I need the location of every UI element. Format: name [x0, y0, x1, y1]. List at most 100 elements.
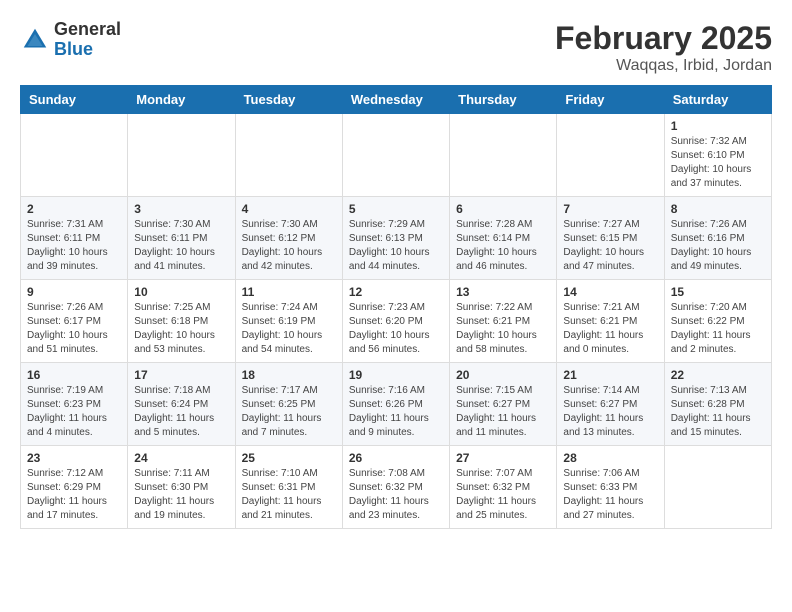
logo-text: General Blue	[54, 20, 121, 60]
day-info: Sunrise: 7:25 AM Sunset: 6:18 PM Dayligh…	[134, 301, 228, 357]
day-number: 9	[27, 285, 121, 299]
day-number: 5	[349, 202, 443, 216]
calendar-cell: 14 Sunrise: 7:21 AM Sunset: 6:21 PM Dayli…	[557, 280, 664, 363]
day-info: Sunrise: 7:31 AM Sunset: 6:11 PM Dayligh…	[27, 218, 121, 274]
calendar-cell: 18 Sunrise: 7:17 AM Sunset: 6:25 PM Dayli…	[235, 363, 342, 446]
day-info: Sunrise: 7:32 AM Sunset: 6:10 PM Dayligh…	[671, 135, 765, 191]
day-number: 27	[456, 451, 550, 465]
calendar-cell: 21 Sunrise: 7:14 AM Sunset: 6:27 PM Dayli…	[557, 363, 664, 446]
calendar-cell: 9 Sunrise: 7:26 AM Sunset: 6:17 PM Daylig…	[21, 280, 128, 363]
day-header-sunday: Sunday	[21, 86, 128, 114]
day-info: Sunrise: 7:18 AM Sunset: 6:24 PM Dayligh…	[134, 384, 228, 440]
calendar-cell: 24 Sunrise: 7:11 AM Sunset: 6:30 PM Dayli…	[128, 446, 235, 529]
day-info: Sunrise: 7:26 AM Sunset: 6:17 PM Dayligh…	[27, 301, 121, 357]
calendar-cell: 13Sunrise: 7:22 AM Sunset: 6:21 PM Dayli…	[450, 280, 557, 363]
calendar-cell: 25 Sunrise: 7:10 AM Sunset: 6:31 PM Dayli…	[235, 446, 342, 529]
day-header-monday: Monday	[128, 86, 235, 114]
day-number: 26	[349, 451, 443, 465]
logo-blue: Blue	[54, 40, 121, 60]
calendar-header-row: SundayMondayTuesdayWednesdayThursdayFrid…	[21, 86, 772, 114]
day-number: 18	[242, 368, 336, 382]
calendar-cell: 6Sunrise: 7:28 AM Sunset: 6:14 PM Daylig…	[450, 197, 557, 280]
calendar-cell	[21, 114, 128, 197]
day-number: 4	[242, 202, 336, 216]
calendar-cell: 4 Sunrise: 7:30 AM Sunset: 6:12 PM Daylig…	[235, 197, 342, 280]
day-info: Sunrise: 7:14 AM Sunset: 6:27 PM Dayligh…	[563, 384, 657, 440]
day-info: Sunrise: 7:23 AM Sunset: 6:20 PM Dayligh…	[349, 301, 443, 357]
day-header-friday: Friday	[557, 86, 664, 114]
calendar-cell: 22 Sunrise: 7:13 AM Sunset: 6:28 PM Dayli…	[664, 363, 771, 446]
logo: General Blue	[20, 20, 121, 60]
day-info: Sunrise: 7:22 AM Sunset: 6:21 PM Dayligh…	[456, 301, 550, 357]
day-info: Sunrise: 7:30 AM Sunset: 6:11 PM Dayligh…	[134, 218, 228, 274]
calendar-cell: 28 Sunrise: 7:06 AM Sunset: 6:33 PM Dayli…	[557, 446, 664, 529]
day-header-thursday: Thursday	[450, 86, 557, 114]
calendar-week-row: 16 Sunrise: 7:19 AM Sunset: 6:23 PM Dayli…	[21, 363, 772, 446]
day-number: 2	[27, 202, 121, 216]
calendar-cell: 27 Sunrise: 7:07 AM Sunset: 6:32 PM Dayli…	[450, 446, 557, 529]
day-number: 14	[563, 285, 657, 299]
day-info: Sunrise: 7:21 AM Sunset: 6:21 PM Dayligh…	[563, 301, 657, 357]
calendar-cell	[128, 114, 235, 197]
calendar-cell: 20Sunrise: 7:15 AM Sunset: 6:27 PM Dayli…	[450, 363, 557, 446]
calendar-week-row: 1 Sunrise: 7:32 AM Sunset: 6:10 PM Daylig…	[21, 114, 772, 197]
calendar-table: SundayMondayTuesdayWednesdayThursdayFrid…	[20, 85, 772, 529]
day-info: Sunrise: 7:13 AM Sunset: 6:28 PM Dayligh…	[671, 384, 765, 440]
calendar-cell: 12Sunrise: 7:23 AM Sunset: 6:20 PM Dayli…	[342, 280, 449, 363]
day-number: 10	[134, 285, 228, 299]
day-number: 15	[671, 285, 765, 299]
calendar-cell: 5Sunrise: 7:29 AM Sunset: 6:13 PM Daylig…	[342, 197, 449, 280]
calendar-cell: 15 Sunrise: 7:20 AM Sunset: 6:22 PM Dayli…	[664, 280, 771, 363]
day-number: 22	[671, 368, 765, 382]
calendar-cell: 1 Sunrise: 7:32 AM Sunset: 6:10 PM Daylig…	[664, 114, 771, 197]
day-info: Sunrise: 7:20 AM Sunset: 6:22 PM Dayligh…	[671, 301, 765, 357]
day-number: 16	[27, 368, 121, 382]
logo-general: General	[54, 20, 121, 40]
day-info: Sunrise: 7:07 AM Sunset: 6:32 PM Dayligh…	[456, 467, 550, 523]
day-number: 24	[134, 451, 228, 465]
day-number: 6	[456, 202, 550, 216]
day-header-saturday: Saturday	[664, 86, 771, 114]
day-number: 19	[349, 368, 443, 382]
calendar-cell: 8 Sunrise: 7:26 AM Sunset: 6:16 PM Daylig…	[664, 197, 771, 280]
day-info: Sunrise: 7:17 AM Sunset: 6:25 PM Dayligh…	[242, 384, 336, 440]
calendar-cell	[450, 114, 557, 197]
day-number: 21	[563, 368, 657, 382]
calendar-cell: 26 Sunrise: 7:08 AM Sunset: 6:32 PM Dayli…	[342, 446, 449, 529]
day-info: Sunrise: 7:27 AM Sunset: 6:15 PM Dayligh…	[563, 218, 657, 274]
calendar-cell: 23Sunrise: 7:12 AM Sunset: 6:29 PM Dayli…	[21, 446, 128, 529]
calendar-cell	[235, 114, 342, 197]
day-number: 28	[563, 451, 657, 465]
day-info: Sunrise: 7:26 AM Sunset: 6:16 PM Dayligh…	[671, 218, 765, 274]
calendar-cell	[557, 114, 664, 197]
calendar-cell: 3Sunrise: 7:30 AM Sunset: 6:11 PM Daylig…	[128, 197, 235, 280]
calendar-cell: 2 Sunrise: 7:31 AM Sunset: 6:11 PM Daylig…	[21, 197, 128, 280]
day-number: 25	[242, 451, 336, 465]
day-info: Sunrise: 7:19 AM Sunset: 6:23 PM Dayligh…	[27, 384, 121, 440]
calendar-cell	[342, 114, 449, 197]
day-info: Sunrise: 7:10 AM Sunset: 6:31 PM Dayligh…	[242, 467, 336, 523]
location-subtitle: Waqqas, Irbid, Jordan	[555, 57, 772, 75]
day-number: 20	[456, 368, 550, 382]
calendar-week-row: 2 Sunrise: 7:31 AM Sunset: 6:11 PM Daylig…	[21, 197, 772, 280]
day-info: Sunrise: 7:12 AM Sunset: 6:29 PM Dayligh…	[27, 467, 121, 523]
day-info: Sunrise: 7:24 AM Sunset: 6:19 PM Dayligh…	[242, 301, 336, 357]
day-number: 7	[563, 202, 657, 216]
day-number: 1	[671, 119, 765, 133]
calendar-cell: 11 Sunrise: 7:24 AM Sunset: 6:19 PM Dayli…	[235, 280, 342, 363]
day-info: Sunrise: 7:06 AM Sunset: 6:33 PM Dayligh…	[563, 467, 657, 523]
day-number: 11	[242, 285, 336, 299]
calendar-week-row: 9 Sunrise: 7:26 AM Sunset: 6:17 PM Daylig…	[21, 280, 772, 363]
calendar-week-row: 23Sunrise: 7:12 AM Sunset: 6:29 PM Dayli…	[21, 446, 772, 529]
calendar-cell: 10 Sunrise: 7:25 AM Sunset: 6:18 PM Dayli…	[128, 280, 235, 363]
day-number: 8	[671, 202, 765, 216]
day-info: Sunrise: 7:30 AM Sunset: 6:12 PM Dayligh…	[242, 218, 336, 274]
day-info: Sunrise: 7:08 AM Sunset: 6:32 PM Dayligh…	[349, 467, 443, 523]
calendar-cell: 19Sunrise: 7:16 AM Sunset: 6:26 PM Dayli…	[342, 363, 449, 446]
day-number: 17	[134, 368, 228, 382]
calendar-cell: 7 Sunrise: 7:27 AM Sunset: 6:15 PM Daylig…	[557, 197, 664, 280]
day-info: Sunrise: 7:11 AM Sunset: 6:30 PM Dayligh…	[134, 467, 228, 523]
title-block: February 2025 Waqqas, Irbid, Jordan	[555, 20, 772, 75]
calendar-cell: 16 Sunrise: 7:19 AM Sunset: 6:23 PM Dayli…	[21, 363, 128, 446]
day-header-tuesday: Tuesday	[235, 86, 342, 114]
